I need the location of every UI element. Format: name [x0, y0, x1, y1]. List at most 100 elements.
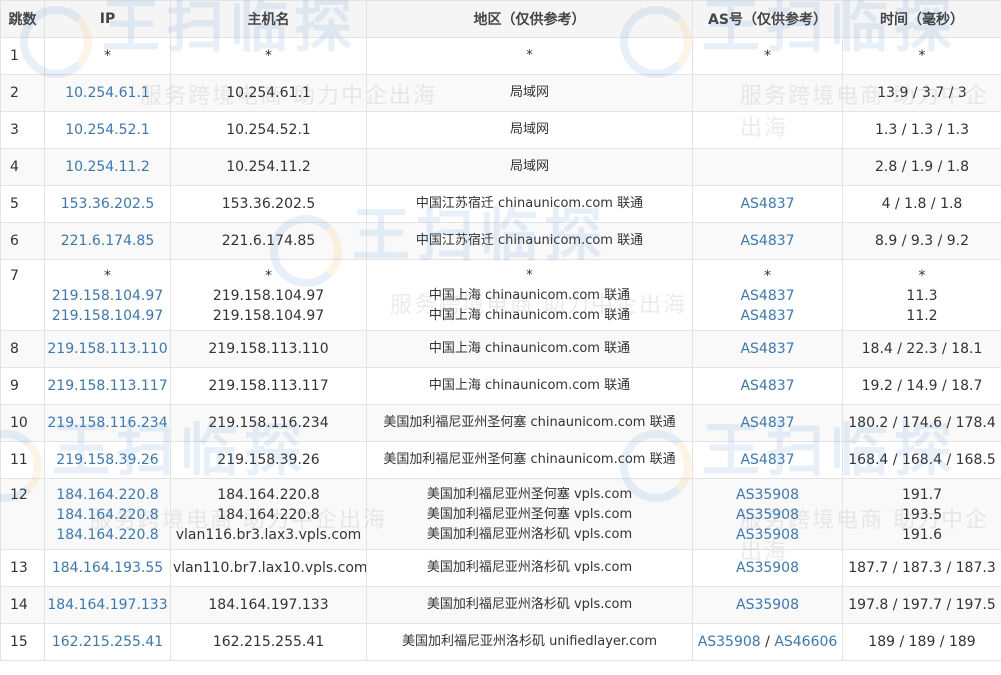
- ip-link[interactable]: 219.158.113.117: [47, 378, 167, 394]
- hop-cell: 13: [0, 549, 45, 587]
- hop-cell: 1: [0, 37, 45, 75]
- table-row: 5 153.36.202.5 153.36.202.5 中国江苏宿迁 chinauni…: [0, 185, 1001, 223]
- time-text: 193.5: [901, 507, 943, 523]
- hop-number: 3: [10, 122, 19, 138]
- time-text: 8.9 / 9.3 / 9.2: [874, 233, 970, 249]
- ip-cell: * 219.158.104.97 219.158.104.97: [44, 259, 171, 331]
- ip-line: 10.254.61.1: [47, 83, 168, 103]
- as-link[interactable]: AS35908: [736, 527, 799, 543]
- as-link[interactable]: AS4837: [740, 308, 794, 324]
- hop-number: 1: [10, 48, 19, 64]
- ip-link[interactable]: 219.158.113.110: [47, 341, 167, 357]
- table-row: 1 * * * * *: [0, 37, 1001, 75]
- hop-cell: 6: [0, 222, 45, 260]
- ip-link[interactable]: 184.164.220.8: [56, 507, 158, 523]
- region-text: 局域网: [509, 122, 549, 137]
- region-text: 美国加利福尼亚州洛杉矶 vpls.com: [426, 560, 633, 575]
- time-cell: 180.2 / 174.6 / 178.4: [842, 404, 1001, 442]
- hostname-cell: 153.36.202.5: [170, 185, 367, 223]
- ip-cell: 221.6.174.85: [44, 222, 171, 260]
- ip-line: 219.158.116.234: [47, 413, 168, 433]
- hostname-cell: 221.6.174.85: [170, 222, 367, 260]
- ip-link[interactable]: 153.36.202.5: [61, 196, 155, 212]
- hop-number: 14: [10, 597, 28, 613]
- region-text: 美国加利福尼亚州圣何塞 vpls.com: [426, 507, 633, 522]
- as-line: AS4837: [695, 194, 840, 214]
- as-link[interactable]: AS35908: [736, 597, 799, 613]
- as-link[interactable]: AS4837: [740, 233, 794, 249]
- hop-cell: 2: [0, 74, 45, 112]
- ip-link[interactable]: 184.164.220.8: [56, 487, 158, 503]
- as-cell: * AS4837 AS4837: [692, 259, 843, 331]
- as-link[interactable]: AS4837: [740, 196, 794, 212]
- region-text: *: [526, 268, 533, 283]
- ip-cell: *: [44, 37, 171, 75]
- ip-cell: 184.164.197.133: [44, 586, 171, 624]
- ip-link[interactable]: 219.158.39.26: [56, 452, 158, 468]
- traceroute-table: 跳数 IP 主机名 地区（仅供参考） AS号（仅供参考） 时间（毫秒） 1 * * *…: [0, 0, 1001, 661]
- as-link[interactable]: AS4837: [740, 341, 794, 357]
- time-text: 11.3: [906, 288, 938, 304]
- hop-number: 7: [10, 268, 19, 284]
- region-cell: 局域网: [366, 74, 693, 112]
- as-line: AS35908: [695, 525, 840, 545]
- as-link[interactable]: AS35908: [736, 507, 799, 523]
- ip-link[interactable]: 10.254.52.1: [65, 122, 150, 138]
- header-hop: 跳数: [0, 0, 45, 38]
- as-link[interactable]: AS4837: [740, 288, 794, 304]
- ip-link[interactable]: 184.164.193.55: [52, 560, 163, 576]
- as-line: AS4837: [695, 376, 840, 396]
- ip-line: 219.158.104.97: [47, 286, 168, 306]
- region-text: 美国加利福尼亚州洛杉矶 unifiedlayer.com: [402, 634, 657, 649]
- table-row: 11 219.158.39.26 219.158.39.26 美国加利福尼亚州圣何塞 …: [0, 441, 1001, 479]
- as-link[interactable]: AS46606: [774, 634, 837, 650]
- time-text: 197.8 / 197.7 / 197.5: [848, 597, 996, 613]
- region-text: *: [526, 48, 533, 63]
- ip-link[interactable]: 184.164.197.133: [47, 597, 167, 613]
- hostname-text: 219.158.104.97: [212, 308, 325, 324]
- ip-link[interactable]: 10.254.11.2: [65, 159, 150, 175]
- hop-cell: 11: [0, 441, 45, 479]
- ip-link[interactable]: 184.164.220.8: [56, 527, 158, 543]
- as-link[interactable]: AS35908: [736, 487, 799, 503]
- region-text: 中国江苏宿迁 chinaunicom.com 联通: [415, 196, 644, 211]
- region-cell: 美国加利福尼亚州圣何塞 chinaunicom.com 联通: [366, 404, 693, 442]
- ip-link[interactable]: 219.158.116.234: [47, 415, 167, 431]
- ip-line: 221.6.174.85: [47, 231, 168, 251]
- time-cell: 187.7 / 187.3 / 187.3: [842, 549, 1001, 587]
- region-cell: * 中国上海 chinaunicom.com 联通 中国上海 chinaunicom…: [366, 259, 693, 331]
- region-text: 中国上海 chinaunicom.com 联通: [428, 288, 631, 303]
- ip-line: 219.158.113.117: [47, 376, 168, 396]
- region-cell: 美国加利福尼亚州洛杉矶 unifiedlayer.com: [366, 623, 693, 661]
- time-text: 180.2 / 174.6 / 178.4: [848, 415, 996, 431]
- hop-number: 12: [10, 487, 28, 503]
- region-cell: 美国加利福尼亚州洛杉矶 vpls.com: [366, 549, 693, 587]
- table-row: 14 184.164.197.133 184.164.197.133 美国加利福尼亚州…: [0, 586, 1001, 624]
- as-link[interactable]: AS4837: [740, 452, 794, 468]
- ip-cell: 153.36.202.5: [44, 185, 171, 223]
- as-link[interactable]: AS35908: [736, 560, 799, 576]
- hostname-text: 219.158.116.234: [208, 415, 329, 431]
- hostname-cell: 184.164.220.8 184.164.220.8 vlan116.br3.la…: [170, 478, 367, 550]
- as-line: AS4837: [695, 286, 840, 306]
- ip-cell: 184.164.193.55: [44, 549, 171, 587]
- as-line: [695, 120, 840, 140]
- time-cell: 18.4 / 22.3 / 18.1: [842, 330, 1001, 368]
- as-link[interactable]: AS4837: [740, 415, 794, 431]
- as-link[interactable]: AS4837: [740, 378, 794, 394]
- ip-line: 184.164.193.55: [47, 558, 168, 578]
- table-row: 15 162.215.255.41 162.215.255.41 美国加利福尼亚州洛杉…: [0, 623, 1001, 661]
- as-cell: AS35908 AS35908 AS35908: [692, 478, 843, 550]
- ip-link[interactable]: 162.215.255.41: [52, 634, 163, 650]
- header-as: AS号（仅供参考）: [692, 0, 843, 38]
- ip-link[interactable]: 219.158.104.97: [52, 308, 163, 324]
- region-cell: 美国加利福尼亚州圣何塞 vpls.com 美国加利福尼亚州圣何塞 vpls.com…: [366, 478, 693, 550]
- ip-link[interactable]: 221.6.174.85: [61, 233, 155, 249]
- hop-cell: 12: [0, 478, 45, 550]
- as-link[interactable]: AS35908: [698, 634, 761, 650]
- hostname-text: 184.164.220.8: [217, 507, 320, 523]
- time-cell: 191.7 193.5 191.6: [842, 478, 1001, 550]
- ip-link[interactable]: 10.254.61.1: [65, 85, 150, 101]
- ip-link[interactable]: 219.158.104.97: [52, 288, 163, 304]
- region-text: 局域网: [509, 85, 549, 100]
